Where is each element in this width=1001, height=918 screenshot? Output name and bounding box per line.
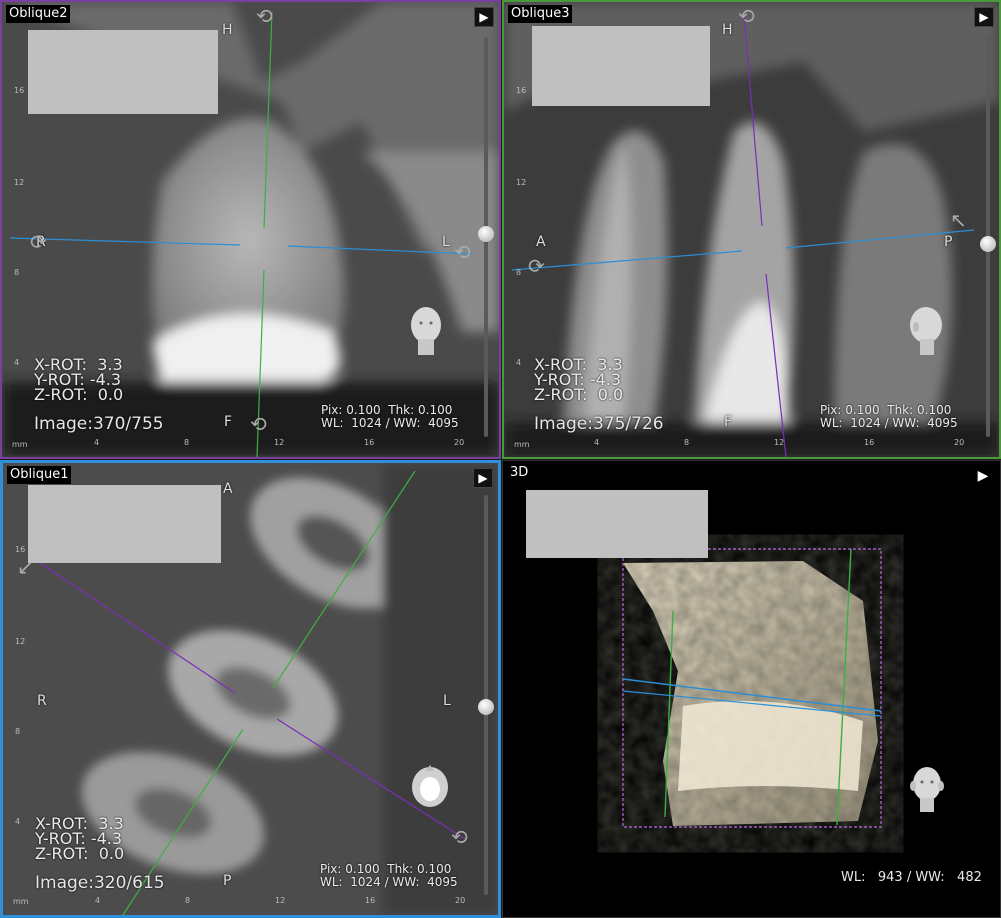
- rotate-arrow-icon[interactable]: ⟲: [738, 4, 755, 28]
- viewport-title: 3D: [510, 465, 529, 480]
- orientation-right: L: [442, 234, 450, 250]
- viewport-title: Oblique2: [6, 5, 71, 23]
- slice-slider-track[interactable]: [484, 495, 488, 895]
- viewport-oblique2[interactable]: Oblique2 ▶ H F R L ⟲ ⟲ ⟳ ⟲ X-ROT: 3.3 Y-…: [0, 0, 501, 459]
- play-icon[interactable]: ▶: [473, 468, 493, 488]
- slice-slider-thumb[interactable]: [478, 699, 494, 715]
- orientation-right: P: [944, 234, 953, 250]
- rotate-arrow-icon[interactable]: ↙: [17, 555, 34, 579]
- viewport-title: Oblique3: [508, 5, 573, 23]
- rotate-arrow-icon[interactable]: ⟲: [451, 825, 468, 849]
- play-icon[interactable]: ▶: [474, 7, 494, 27]
- slice-slider-thumb[interactable]: [478, 226, 494, 242]
- rotate-arrow-icon[interactable]: ⟲: [454, 240, 471, 264]
- rotate-arrow-icon[interactable]: ⟲: [256, 4, 273, 28]
- viewport-3d[interactable]: 3D ▶ WL: 943 / WW: 482: [502, 460, 1001, 918]
- orientation-bottom: P: [223, 873, 232, 889]
- play-icon[interactable]: ▶: [974, 7, 994, 27]
- rotate-arrow-icon[interactable]: ⟲: [250, 412, 267, 436]
- window-level: WL: 1024 / WW: 4095: [320, 875, 458, 889]
- z-rot-readout: Z-ROT: 0.0: [534, 385, 624, 404]
- viewport-oblique1[interactable]: Oblique1 ▶ A P R L ↙ ⟲ X-ROT: 3.3 Y-ROT:…: [0, 460, 501, 918]
- redacted-patient-info: [28, 30, 218, 114]
- orientation-top: H: [722, 22, 733, 38]
- rotate-arrow-icon[interactable]: ⟳: [30, 230, 47, 254]
- window-level: WL: 943 / WW: 482: [841, 870, 982, 885]
- z-rot-readout: Z-ROT: 0.0: [34, 385, 124, 404]
- redacted-patient-info: [532, 26, 710, 106]
- z-rot-readout: Z-ROT: 0.0: [35, 844, 125, 863]
- orientation-bottom: F: [724, 414, 733, 430]
- orientation-bottom: F: [224, 414, 233, 430]
- play-icon[interactable]: ▶: [973, 466, 993, 486]
- orientation-top: A: [223, 481, 233, 497]
- viewport-title: Oblique1: [7, 466, 72, 484]
- image-index: Image:370/755: [34, 414, 164, 434]
- redacted-patient-info: [28, 485, 221, 563]
- orientation-right: L: [443, 693, 451, 709]
- window-level: WL: 1024 / WW: 4095: [321, 416, 459, 430]
- window-level: WL: 1024 / WW: 4095: [820, 416, 958, 430]
- rotate-arrow-icon[interactable]: ↖: [950, 208, 967, 232]
- head-orientation-icon: [412, 765, 448, 807]
- orientation-left: A: [536, 234, 546, 250]
- rotate-arrow-icon[interactable]: ⟳: [528, 254, 545, 278]
- head-orientation-icon: [411, 307, 441, 355]
- orientation-top: H: [222, 22, 233, 38]
- orientation-left: R: [37, 693, 47, 709]
- slice-slider-thumb[interactable]: [980, 236, 996, 252]
- viewport-oblique3[interactable]: Oblique3 ▶ H F A P ⟲ ⟳ ↖ X-ROT: 3.3 Y-RO…: [502, 0, 1001, 459]
- redacted-patient-info: [526, 490, 708, 558]
- image-index: Image:375/726: [534, 414, 664, 434]
- head-orientation-icon: [910, 767, 944, 812]
- image-index: Image:320/615: [35, 873, 165, 893]
- head-orientation-icon: [910, 307, 942, 355]
